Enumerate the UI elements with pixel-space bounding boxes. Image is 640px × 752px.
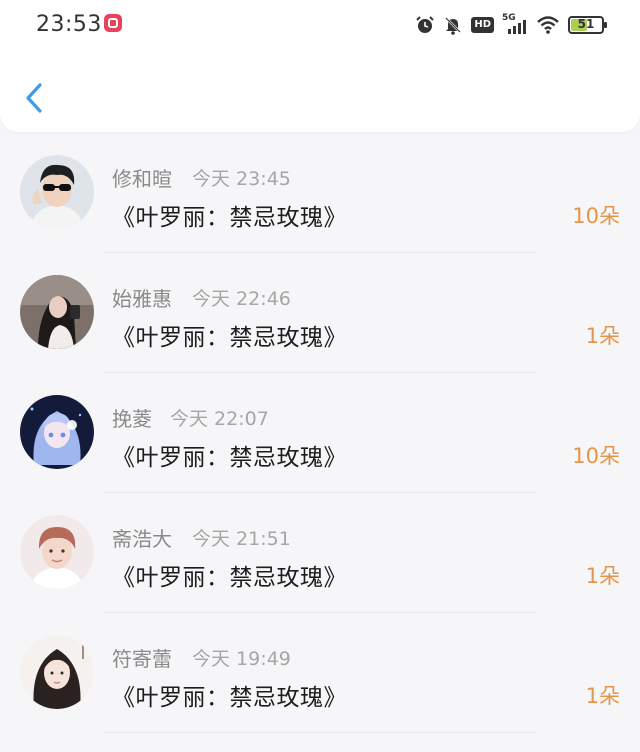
sender-name: 修和暄 [112,167,172,191]
send-time: 今天 22:07 [170,408,269,430]
sender-name: 挽菱 [112,407,152,431]
gift-amount: 10朵 [572,444,620,468]
list-item[interactable]: 斋浩大 今天 21:51 《叶罗丽：禁忌玫瑰》 1朵 [0,512,640,632]
gift-title: 《叶罗丽：禁忌玫瑰》 [112,445,347,471]
battery-icon: 51 [568,16,607,34]
divider [104,492,536,493]
avatar[interactable] [20,515,94,589]
sender-name: 始雅惠 [112,287,172,311]
divider [104,732,536,733]
list-item[interactable]: 符寄蕾 今天 19:49 《叶罗丽：禁忌玫瑰》 1朵 [0,632,640,752]
avatar[interactable] [20,275,94,349]
battery-level-text: 51 [577,17,595,31]
list-item[interactable]: 修和暄 今天 23:45 《叶罗丽：禁忌玫瑰》 10朵 [0,152,640,272]
top-navigation-bar: 23:53 HD 5G 51 [0,0,640,132]
cell-signal-icon: 5G [502,13,528,35]
gift-title: 《叶罗丽：禁忌玫瑰》 [112,565,347,591]
gift-title: 《叶罗丽：禁忌玫瑰》 [112,205,347,231]
avatar[interactable] [20,395,94,469]
status-icons: HD 5G 51 [415,12,607,38]
back-chevron-left-icon[interactable] [20,80,50,116]
gift-amount: 10朵 [572,204,620,228]
send-time: 今天 19:49 [192,648,291,670]
gift-title: 《叶罗丽：禁忌玫瑰》 [112,685,347,711]
divider [104,372,536,373]
send-time: 今天 22:46 [192,288,291,310]
send-time: 今天 21:51 [192,528,291,550]
list-item[interactable]: 始雅惠 今天 22:46 《叶罗丽：禁忌玫瑰》 1朵 [0,272,640,392]
avatar[interactable] [20,635,94,709]
gift-record-list: 修和暄 今天 23:45 《叶罗丽：禁忌玫瑰》 10朵 始雅惠 今天 22:46… [0,152,640,752]
mute-bell-icon [445,17,462,35]
list-item[interactable]: 挽菱 今天 22:07 《叶罗丽：禁忌玫瑰》 10朵 [0,392,640,512]
alarm-icon [416,16,435,33]
app-notification-icon [104,14,122,32]
status-time: 23:53 [36,12,102,37]
sender-name: 符寄蕾 [112,647,172,671]
hd-icon: HD [471,17,494,33]
divider [104,252,536,253]
gift-amount: 1朵 [585,564,620,588]
wifi-icon [537,16,559,34]
avatar[interactable] [20,155,94,229]
sender-name: 斋浩大 [112,527,172,551]
gift-amount: 1朵 [585,684,620,708]
send-time: 今天 23:45 [192,168,291,190]
divider [104,612,536,613]
gift-amount: 1朵 [585,324,620,348]
gift-title: 《叶罗丽：禁忌玫瑰》 [112,325,347,351]
